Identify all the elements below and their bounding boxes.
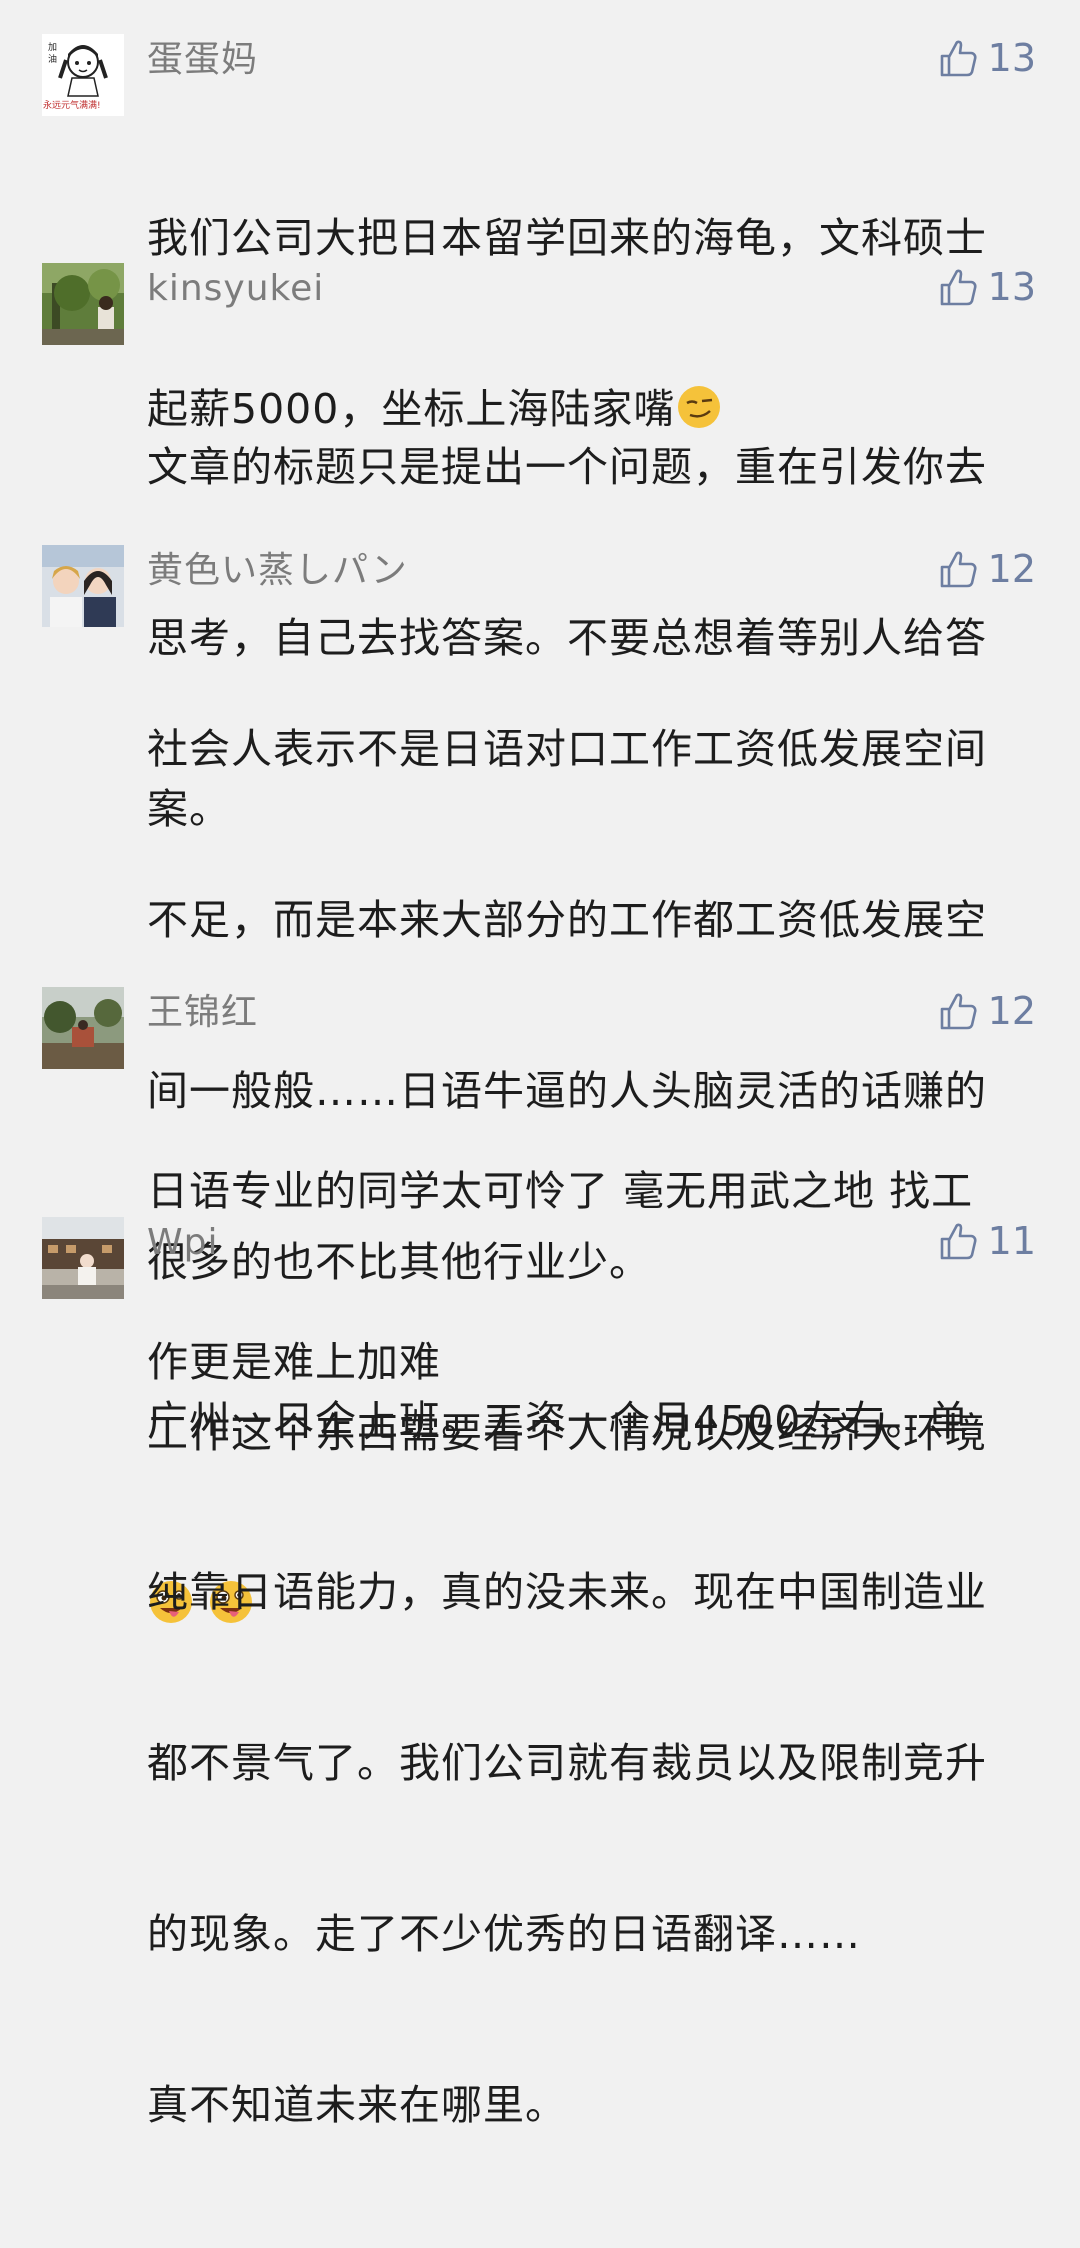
username[interactable]: kinsyukei xyxy=(147,267,324,311)
comment-line: 文章的标题只是提出一个问题，重在引发你去 xyxy=(147,443,987,491)
comment-line: 真不知道未来在哪里。 xyxy=(147,2081,567,2129)
svg-text:油: 油 xyxy=(48,53,57,65)
comment-line: 社会人表示不是日语对口工作工资低发展空间 xyxy=(147,725,987,773)
svg-text:加: 加 xyxy=(48,42,57,53)
username[interactable]: 王锦红 xyxy=(147,991,258,1035)
two-girls-photo-avatar[interactable] xyxy=(42,545,124,627)
like-count: 11 xyxy=(987,1219,1036,1263)
comment-line: 日语专业的同学太可怜了 毫无用武之地 找工 xyxy=(147,1167,974,1215)
avatar-caption: 永远元气满满! xyxy=(43,101,101,111)
comment-line: 广州一日企上班。工资一个月4500左右。单 xyxy=(147,1397,970,1445)
comment-line: 的现象。走了不少优秀的日语翻译…… xyxy=(147,1910,861,1958)
username[interactable]: Wpi xyxy=(147,1221,218,1265)
thumbs-up-icon xyxy=(940,269,977,306)
comment-line: 都不景气了。我们公司就有裁员以及限制竞升 xyxy=(147,1739,987,1787)
like-button[interactable]: 13 xyxy=(936,263,1036,311)
like-count: 12 xyxy=(987,547,1036,591)
comment-text: 广州一日企上班。工资一个月4500左右。单 纯靠日语能力，真的没未来。现在中国制… xyxy=(147,1279,1037,2248)
comment-list: 加 油 永远元气满满! 蛋蛋妈 13 我们公司大把日本留学回来的海龟，文科硕士 … xyxy=(0,0,1080,2129)
outdoor-photo-avatar[interactable] xyxy=(42,987,124,1069)
comment-line: 我们公司大把日本留学回来的海龟，文科硕士 xyxy=(147,214,987,262)
like-count: 13 xyxy=(987,36,1036,80)
comment-item: 加 油 永远元气满满! 蛋蛋妈 13 我们公司大把日本留学回来的海龟，文科硕士 … xyxy=(0,34,1080,433)
thumbs-up-icon xyxy=(940,993,977,1030)
comment-line: 不足，而是本来大部分的工作都工资低发展空 xyxy=(147,896,987,944)
street-photo-avatar[interactable] xyxy=(42,1217,124,1299)
like-button[interactable]: 12 xyxy=(936,545,1036,593)
like-button[interactable]: 11 xyxy=(936,1217,1036,1265)
comment-line: 纯靠日语能力，真的没未来。现在中国制造业 xyxy=(147,1568,987,1616)
thumbs-up-icon xyxy=(940,40,977,77)
like-button[interactable]: 13 xyxy=(936,34,1036,82)
comment-item: kinsyukei 13 文章的标题只是提出一个问题，重在引发你去 思考，自己去… xyxy=(0,263,1080,833)
like-count: 12 xyxy=(987,989,1036,1033)
comment-item: Wpi 11 广州一日企上班。工资一个月4500左右。单 纯靠日语能力，真的没未… xyxy=(0,1217,1080,2129)
like-button[interactable]: 12 xyxy=(936,987,1036,1035)
like-count: 13 xyxy=(987,265,1036,309)
garden-photo-avatar[interactable] xyxy=(42,263,124,345)
cartoon-girl-avatar[interactable]: 加 油 永远元气满满! xyxy=(42,34,124,116)
comment-item: 黄色い蒸しパン 12 社会人表示不是日语对口工作工资低发展空间 不足，而是本来大… xyxy=(0,545,1080,1623)
username[interactable]: 黄色い蒸しパン xyxy=(147,549,408,593)
comment-item: 王锦红 12 日语专业的同学太可怜了 毫无用武之地 找工 作更是难上加难 xyxy=(0,987,1080,1386)
thumbs-up-icon xyxy=(940,551,977,588)
username[interactable]: 蛋蛋妈 xyxy=(147,38,258,82)
thumbs-up-icon xyxy=(940,1223,977,1260)
